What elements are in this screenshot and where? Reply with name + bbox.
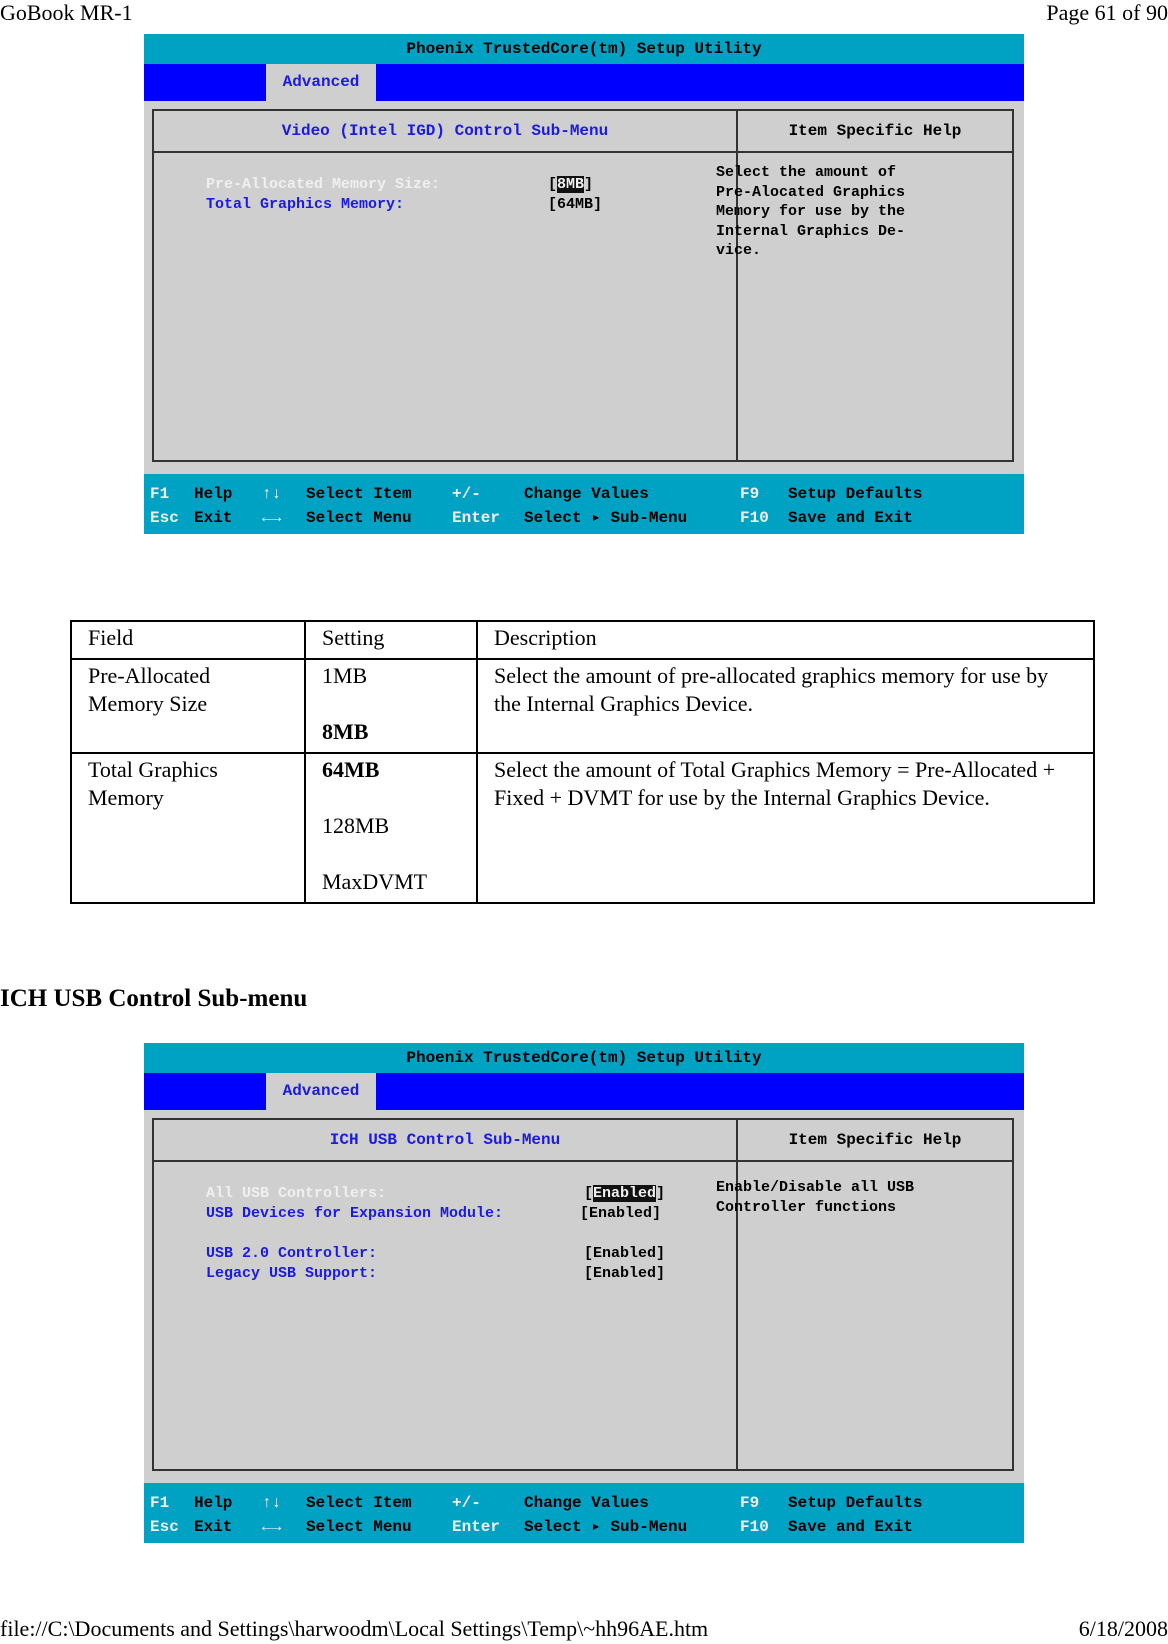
page-footer-date: 6/18/2008 — [1078, 1616, 1168, 1641]
bios-item-usb-2-controller[interactable]: USB 2.0 Controller: [Enabled] — [206, 1244, 706, 1264]
bios-item-pre-allocated-memory[interactable]: Pre-Allocated Memory Size: [8MB] — [206, 175, 706, 195]
submenu-title: Video (Intel IGD) Control Sub-Menu — [281, 122, 609, 140]
key-arrows-updown: ↑↓ — [262, 485, 282, 503]
bios-panel: ICH USB Control Sub-Menu Item Specific H… — [152, 1118, 1014, 1471]
item-label: USB 2.0 Controller: — [206, 1245, 378, 1262]
item-value[interactable]: [8MB] — [548, 175, 593, 195]
key-legend: F1 Help ↑↓ Select Item +/- Change Values… — [144, 1483, 1024, 1543]
table-header-cell: Description — [476, 620, 1095, 660]
key-desc: Change Values — [524, 1494, 649, 1512]
table-row: Total Graphics Memory 64MB 128MB MaxDVMT… — [70, 752, 1095, 904]
table-header-cell: Field — [70, 620, 306, 660]
bios-item-total-graphics-memory[interactable]: Total Graphics Memory: [64MB] — [206, 195, 706, 215]
bios-screenshot-usb: Phoenix TrustedCore(tm) Setup Utility Ad… — [144, 1043, 1024, 1543]
item-value[interactable]: [Enabled] — [584, 1244, 665, 1264]
description-cell: Select the amount of Total Graphics Memo… — [476, 752, 1095, 904]
help-text: Select the amount of Pre-Alocated Graphi… — [716, 164, 906, 259]
help-title: Item Specific Help — [788, 122, 962, 140]
item-value[interactable]: [64MB] — [548, 195, 602, 215]
bios-item-usb-expansion-module[interactable]: USB Devices for Expansion Module: [Enabl… — [206, 1204, 706, 1224]
key-arrows-updown: ↑↓ — [262, 1494, 282, 1512]
section-heading: ICH USB Control Sub-menu — [0, 985, 308, 1012]
key-f10: F10 — [740, 509, 769, 527]
key-esc: Esc — [150, 1518, 179, 1536]
key-f9: F9 — [740, 1494, 760, 1512]
submenu-title: ICH USB Control Sub-Menu — [329, 1131, 561, 1149]
tab-advanced[interactable]: Advanced — [266, 64, 376, 101]
key-f1: F1 — [150, 485, 170, 503]
key-desc: Select Item — [306, 1494, 412, 1512]
bios-screenshot-video: Phoenix TrustedCore(tm) Setup Utility Ad… — [144, 34, 1024, 534]
key-f10: F10 — [740, 1518, 769, 1536]
key-legend: F1 Help ↑↓ Select Item +/- Change Values… — [144, 474, 1024, 534]
key-plus-minus: +/- — [452, 485, 481, 503]
item-value[interactable]: [Enabled] — [580, 1204, 661, 1224]
tab-advanced[interactable]: Advanced — [266, 1073, 376, 1110]
item-label: Total Graphics Memory: — [206, 196, 405, 213]
key-desc: Save and Exit — [788, 1518, 913, 1536]
panel-divider — [154, 151, 1012, 153]
key-desc: Select Menu — [306, 509, 412, 527]
page-footer-path: file://C:\Documents and Settings\harwood… — [0, 1616, 709, 1641]
table-row: Pre-Allocated Memory Size 1MB 8MB Select… — [70, 658, 1095, 754]
key-arrows-leftright: ←→ — [262, 509, 282, 527]
setting-cell: 64MB 128MB MaxDVMT — [304, 752, 478, 904]
bios-menubar: Advanced — [144, 1073, 1024, 1110]
bios-title: Phoenix TrustedCore(tm) Setup Utility — [144, 1043, 1024, 1073]
help-text: Enable/Disable all USB Controller functi… — [716, 1179, 915, 1216]
key-desc: Change Values — [524, 485, 649, 503]
key-plus-minus: +/- — [452, 1494, 481, 1512]
panel-divider — [154, 1160, 1012, 1162]
key-desc: Exit — [194, 509, 233, 527]
field-cell: Pre-Allocated Memory Size — [70, 658, 306, 754]
key-desc: Setup Defaults — [788, 485, 923, 503]
key-desc: Select Item — [306, 485, 412, 503]
description-cell: Select the amount of pre-allocated graph… — [476, 658, 1095, 754]
help-title: Item Specific Help — [788, 1131, 962, 1149]
setting-option-default: 64MB — [322, 757, 380, 782]
key-desc: Setup Defaults — [788, 1494, 923, 1512]
setting-option-default: 8MB — [322, 719, 369, 744]
key-desc: Select ▸ Sub-Menu — [524, 509, 688, 527]
page-number: Page 61 of 90 — [1046, 0, 1168, 25]
item-label: All USB Controllers: — [206, 1185, 387, 1202]
key-enter: Enter — [452, 1518, 501, 1536]
key-desc: Select ▸ Sub-Menu — [524, 1518, 688, 1536]
bios-item-all-usb-controllers[interactable]: All USB Controllers: [Enabled] — [206, 1184, 706, 1204]
setting-option: 128MB — [322, 813, 390, 838]
bios-item-legacy-usb-support[interactable]: Legacy USB Support: [Enabled] — [206, 1264, 706, 1284]
item-value[interactable]: [Enabled] — [584, 1264, 665, 1284]
setting-option: MaxDVMT — [322, 869, 428, 894]
key-f1: F1 — [150, 1494, 170, 1512]
key-desc: Exit — [194, 1518, 233, 1536]
item-value[interactable]: [Enabled] — [584, 1184, 665, 1204]
bios-title: Phoenix TrustedCore(tm) Setup Utility — [144, 34, 1024, 64]
table-header-row: Field Setting Description — [70, 620, 1095, 660]
item-label: Legacy USB Support: — [206, 1265, 378, 1282]
field-cell: Total Graphics Memory — [70, 752, 306, 904]
setting-cell: 1MB 8MB — [304, 658, 478, 754]
table-header-cell: Setting — [304, 620, 478, 660]
bios-panel: Video (Intel IGD) Control Sub-Menu Item … — [152, 109, 1014, 462]
panel-divider — [736, 1120, 738, 1469]
key-arrows-leftright: ←→ — [262, 1518, 282, 1536]
key-esc: Esc — [150, 509, 179, 527]
settings-table: Field Setting Description Pre-Allocated … — [70, 620, 1095, 904]
key-desc: Save and Exit — [788, 509, 913, 527]
key-desc: Select Menu — [306, 1518, 412, 1536]
bios-menubar: Advanced — [144, 64, 1024, 101]
item-label: Pre-Allocated Memory Size: — [206, 176, 441, 193]
page-header-title: GoBook MR-1 — [0, 0, 133, 25]
key-desc: Help — [194, 485, 233, 503]
setting-option: 1MB — [322, 663, 368, 688]
key-f9: F9 — [740, 485, 760, 503]
key-desc: Help — [194, 1494, 233, 1512]
item-label: USB Devices for Expansion Module: — [206, 1205, 504, 1222]
key-enter: Enter — [452, 509, 501, 527]
